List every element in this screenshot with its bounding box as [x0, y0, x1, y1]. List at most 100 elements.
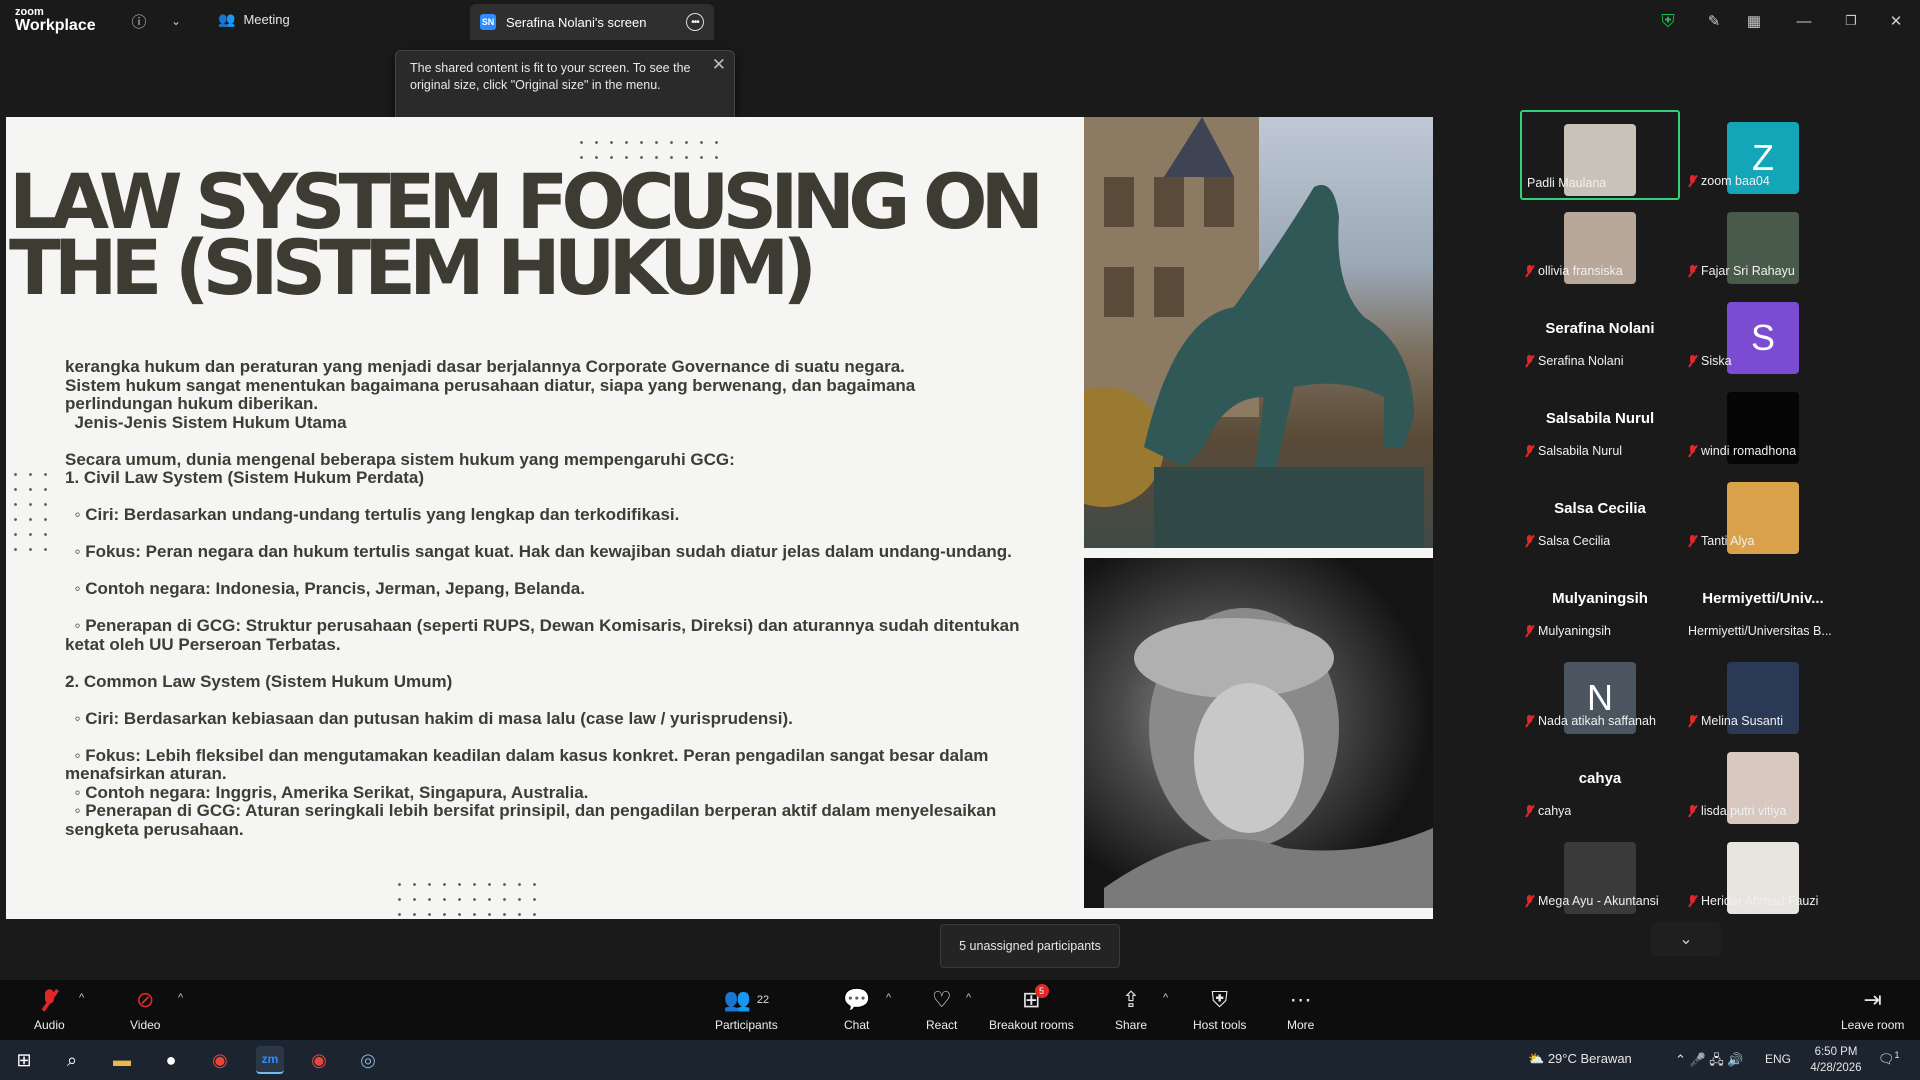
chat-button[interactable]: 💬 Chat — [843, 987, 871, 1032]
more-label: More — [1287, 1018, 1315, 1032]
windows-start-icon[interactable]: ⊞ — [10, 1046, 38, 1074]
leave-label: Leave room — [1841, 1018, 1905, 1032]
participant-tile[interactable]: S Siska — [1683, 290, 1843, 380]
participant-tile[interactable]: Salsa Cecilia Salsa Cecilia — [1520, 470, 1680, 560]
sculpture-illustration — [1104, 608, 1433, 908]
participant-tile[interactable]: Salsabila Nurul Salsabila Nurul — [1520, 380, 1680, 470]
sculpture-photo — [1084, 558, 1433, 908]
weather-widget[interactable]: ⛅ 29°C Berawan — [1528, 1051, 1632, 1067]
notification-icon[interactable]: 🗨1 — [1878, 1050, 1900, 1067]
participant-avatar: S — [1727, 302, 1799, 374]
dot-pattern — [392, 877, 542, 919]
participant-tile[interactable]: Melina Susanti — [1683, 650, 1843, 740]
zoom-taskbar-icon[interactable]: zm — [256, 1046, 284, 1074]
slide-line — [65, 728, 1025, 747]
host-tools-label: Host tools — [1193, 1018, 1247, 1032]
participant-tile[interactable]: Mulyaningsih Mulyaningsih — [1520, 560, 1680, 650]
react-button[interactable]: ♡ React — [926, 987, 957, 1032]
slide-line: ◦ Contoh negara: Inggris, Amerika Serika… — [65, 782, 589, 802]
mic-muted-icon — [1525, 535, 1534, 547]
participant-name-label: zoom baa04 — [1688, 174, 1770, 188]
unassigned-text: 5 unassigned participants — [959, 939, 1101, 953]
unassigned-participants-popup[interactable]: 5 unassigned participants — [940, 924, 1120, 968]
camera-app-icon[interactable]: ◎ — [354, 1046, 382, 1074]
participant-tile[interactable]: ollivia fransiska — [1520, 200, 1680, 290]
chat-caret-icon[interactable]: ^ — [886, 992, 891, 1004]
tooltip-close-icon[interactable]: ✕ — [712, 56, 726, 73]
participant-tile[interactable]: Fajar Sri Rahayu — [1683, 200, 1843, 290]
participant-name-label: Melina Susanti — [1688, 714, 1783, 728]
tab-shared-screen[interactable]: SN Serafina Nolani's screen ••• — [470, 4, 714, 40]
mic-muted-icon — [1688, 805, 1697, 817]
chevron-down-icon[interactable]: ⌄ — [165, 10, 187, 32]
audio-button[interactable]: Audio — [34, 988, 65, 1032]
restore-icon[interactable]: ❐ — [1840, 10, 1862, 32]
video-caret-icon[interactable]: ^ — [178, 992, 183, 1004]
chrome-icon[interactable]: ◉ — [206, 1046, 234, 1074]
participant-tile[interactable]: Padli Maulana — [1520, 110, 1680, 200]
slide-line: ◦ Penerapan di GCG: Aturan seringkali le… — [65, 801, 1001, 839]
avatar-letter: Z — [1752, 137, 1774, 178]
dot-pattern — [8, 467, 48, 557]
share-caret-icon[interactable]: ^ — [1163, 992, 1168, 1004]
video-button[interactable]: ⊘ Video — [130, 987, 160, 1032]
slide-line — [65, 488, 1025, 507]
more-button[interactable]: ⋯ More — [1287, 987, 1315, 1032]
more-options-icon[interactable]: ••• — [686, 13, 704, 31]
participant-tile[interactable]: N Nada atikah saffanah — [1520, 650, 1680, 740]
participant-tile[interactable]: windi romadhona — [1683, 380, 1843, 470]
participant-name: Heridar Ahmad Fauzi — [1701, 894, 1819, 908]
participant-name-label: Padli Maulana — [1527, 176, 1606, 190]
slide-line: 2. Common Law System (Sistem Hukum Umum) — [65, 671, 453, 691]
participants-icon: 👥 22 — [723, 987, 770, 1012]
file-explorer-icon[interactable]: ▬ — [108, 1046, 136, 1074]
participant-name-label: Heridar Ahmad Fauzi — [1688, 894, 1818, 908]
notification-count: 1 — [1894, 1050, 1900, 1060]
search-icon[interactable]: ⌕ — [58, 1046, 86, 1074]
language-indicator[interactable]: ENG — [1765, 1052, 1791, 1066]
participant-tile[interactable]: Tanti Alya — [1683, 470, 1843, 560]
chat-icon: 💬 — [843, 987, 871, 1012]
breakout-rooms-button[interactable]: ⊞ 5 Breakout rooms — [989, 984, 1074, 1032]
participants-button[interactable]: 👥 22 Participants — [715, 987, 778, 1032]
weather-text: 29°C Berawan — [1547, 1051, 1632, 1066]
participants-label: Participants — [715, 1018, 778, 1032]
leave-room-button[interactable]: ⇥ Leave room — [1841, 987, 1905, 1032]
chrome-icon[interactable]: ◉ — [305, 1046, 333, 1074]
pen-icon[interactable]: ✎ — [1703, 10, 1725, 32]
gallery-scroll-down-button[interactable]: ⌄ — [1651, 922, 1721, 956]
info-icon[interactable]: ⓘ — [128, 10, 150, 32]
slide-line — [65, 562, 1025, 581]
close-icon[interactable]: ✕ — [1885, 10, 1907, 32]
participant-tile[interactable]: Zzoom baa04 — [1683, 110, 1843, 200]
participant-tile[interactable]: Hermiyetti/Univ... Hermiyetti/Universitas… — [1683, 560, 1843, 650]
participant-name: Nada atikah saffanah — [1538, 714, 1656, 728]
slide-line — [65, 525, 1025, 544]
participant-tile[interactable]: Mega Ayu - Akuntansi — [1520, 830, 1680, 920]
participant-tile[interactable]: Serafina Nolani Serafina Nolani — [1520, 290, 1680, 380]
fit-to-screen-tooltip: The shared content is fit to your screen… — [395, 50, 735, 125]
share-button[interactable]: ⇪ Share — [1115, 987, 1147, 1032]
clock[interactable]: 6:50 PM 4/28/2026 — [1808, 1044, 1864, 1076]
minimize-icon[interactable]: — — [1793, 10, 1815, 32]
app-icon[interactable]: ● — [157, 1046, 185, 1074]
participant-tile[interactable]: lisda putri vitiya — [1683, 740, 1843, 830]
participant-name: lisda putri vitiya — [1701, 804, 1787, 818]
layout-icon[interactable]: ▦ — [1743, 10, 1765, 32]
participant-name-label: Tanti Alya — [1688, 534, 1755, 548]
participant-name: Salsabila Nurul — [1538, 444, 1623, 458]
clock-time: 6:50 PM — [1814, 1046, 1858, 1058]
tab-meeting[interactable]: 👥 Meeting — [218, 11, 290, 28]
participant-display-name: Hermiyetti/Univ... — [1702, 590, 1824, 607]
shield-icon[interactable]: ⛨ — [1657, 10, 1679, 32]
host-tools-button[interactable]: ⛨ Host tools — [1193, 987, 1247, 1032]
participant-name-label: windi romadhona — [1688, 444, 1796, 458]
tray-icons[interactable]: ⌃ 🎤 🖧 🔊 — [1675, 1051, 1744, 1073]
audio-caret-icon[interactable]: ^ — [79, 992, 84, 1004]
mic-muted-icon — [1688, 445, 1697, 457]
zoom-logo: zoom Workplace — [15, 7, 96, 34]
slide-title: LAW SYSTEM FOCUSING ON THE (SISTEM HUKUM… — [9, 157, 1044, 312]
react-caret-icon[interactable]: ^ — [966, 992, 971, 1004]
participant-tile[interactable]: Heridar Ahmad Fauzi — [1683, 830, 1843, 920]
participant-tile[interactable]: cahya cahya — [1520, 740, 1680, 830]
